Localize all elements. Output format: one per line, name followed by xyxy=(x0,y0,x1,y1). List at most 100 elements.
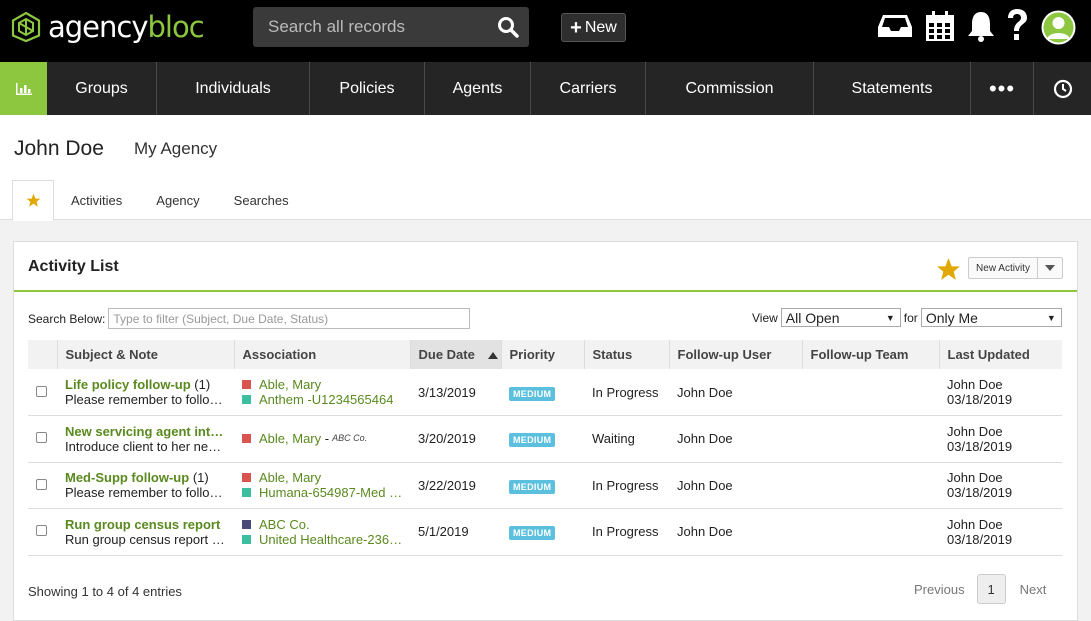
subject-link[interactable]: Life policy follow-up (1) xyxy=(65,377,225,392)
table-row[interactable]: Run group census report Run group census… xyxy=(28,508,1062,556)
row-checkbox[interactable] xyxy=(36,432,47,444)
global-search-input[interactable] xyxy=(253,7,493,47)
association-link[interactable]: Able, Mary xyxy=(259,470,321,485)
logo-text-part2: bloc xyxy=(147,10,205,44)
followup-team-cell xyxy=(802,462,939,509)
row-checkbox[interactable] xyxy=(36,385,47,397)
association-link[interactable]: United Healthcare-236541 xyxy=(259,532,407,547)
col-followup-user[interactable]: Follow-up User xyxy=(669,340,803,369)
filter-input[interactable] xyxy=(108,308,471,329)
bell-icon[interactable] xyxy=(966,10,996,42)
new-activity-button[interactable]: New Activity xyxy=(968,257,1063,279)
previous-page-button[interactable]: Previous xyxy=(914,582,965,597)
new-activity-dropdown[interactable] xyxy=(1038,258,1062,278)
nav-agents-label: Agents xyxy=(452,79,503,97)
association-link[interactable]: Able, Mary xyxy=(259,377,321,392)
col-status-label: Status xyxy=(592,347,633,362)
status-cell: In Progress xyxy=(584,462,669,509)
nav-commission[interactable]: Commission xyxy=(646,62,814,115)
followup-user-cell: John Doe xyxy=(669,369,802,416)
nav-statements[interactable]: Statements xyxy=(814,62,971,115)
association-link[interactable]: Anthem -U1234565464 xyxy=(259,392,393,407)
col-status[interactable]: Status xyxy=(584,340,670,369)
tab-searches[interactable]: Searches xyxy=(217,180,306,220)
subject-cell: Run group census report Run group census… xyxy=(57,508,234,556)
row-select-cell xyxy=(28,369,57,416)
status-cell: Waiting xyxy=(584,415,669,463)
nav-groups[interactable]: Groups xyxy=(47,62,157,115)
tab-activities-label: Activities xyxy=(71,192,123,208)
col-association-label: Association xyxy=(242,347,317,362)
association-company: ABC Co. xyxy=(332,433,368,444)
nav-agents[interactable]: Agents xyxy=(425,62,531,115)
nav-statements-label: Statements xyxy=(851,79,933,97)
dashboard-tab[interactable] xyxy=(0,62,47,115)
caret-down-icon xyxy=(1045,265,1055,271)
col-followup-team[interactable]: Follow-up Team xyxy=(802,340,940,369)
subject-link[interactable]: New servicing agent introduction xyxy=(65,424,225,439)
for-select[interactable]: Only Me ▼ xyxy=(920,308,1062,327)
col-last-updated[interactable]: Last Updated xyxy=(939,340,1062,369)
followup-user-cell: John Doe xyxy=(669,415,802,463)
bar-chart-icon xyxy=(15,82,32,95)
calendar-icon[interactable] xyxy=(925,10,955,42)
help-icon[interactable] xyxy=(1005,8,1029,42)
next-page-button[interactable]: Next xyxy=(1020,582,1047,597)
nav-carriers[interactable]: Carriers xyxy=(531,62,646,115)
priority-cell: MEDIUM xyxy=(501,369,584,416)
row-checkbox[interactable] xyxy=(36,478,47,490)
association-link[interactable]: ABC Co. xyxy=(259,517,310,532)
tab-activities[interactable]: Activities xyxy=(54,180,139,220)
logo-text: agencybloc xyxy=(48,10,205,44)
page-1-button[interactable]: 1 xyxy=(976,574,1006,604)
table-row[interactable]: Life policy follow-up (1) Please remembe… xyxy=(28,369,1062,416)
last-updated-cell: John Doe 03/18/2019 xyxy=(939,369,1062,416)
association-link[interactable]: Able, Mary xyxy=(259,431,321,446)
recent-history-button[interactable] xyxy=(1034,62,1091,115)
more-menu-button[interactable]: ••• xyxy=(971,62,1034,115)
col-subject[interactable]: Subject & Note xyxy=(57,340,235,369)
row-select-cell xyxy=(28,462,57,509)
col-due-date[interactable]: Due Date xyxy=(410,340,502,369)
select-arrow-icon: ▼ xyxy=(885,312,895,323)
status-cell: In Progress xyxy=(584,508,669,556)
new-button-label: New xyxy=(584,18,617,36)
user-name: John Doe xyxy=(14,137,104,160)
inbox-icon[interactable] xyxy=(877,13,913,39)
table-row[interactable]: New servicing agent introduction Introdu… xyxy=(28,415,1062,463)
search-icon[interactable] xyxy=(497,16,519,38)
tab-agency[interactable]: Agency xyxy=(139,180,216,220)
col-priority[interactable]: Priority xyxy=(501,340,585,369)
activity-table: Subject & Note Association Due Date Prio… xyxy=(28,340,1062,556)
updated-on: 03/18/2019 xyxy=(947,531,1013,547)
col-association[interactable]: Association xyxy=(234,340,411,369)
subject-text: Life policy follow-up xyxy=(65,377,191,392)
note-count: (1) xyxy=(194,377,211,392)
nav-individuals[interactable]: Individuals xyxy=(157,62,310,115)
updated-on: 03/18/2019 xyxy=(947,392,1013,407)
new-button[interactable]: + New xyxy=(561,13,626,42)
row-select-cell xyxy=(28,508,57,556)
col-subject-label: Subject & Note xyxy=(65,347,158,362)
tab-favorites[interactable] xyxy=(12,180,54,221)
subject-link[interactable]: Run group census report xyxy=(65,517,225,532)
star-icon xyxy=(26,193,40,207)
logo-text-part1: agency xyxy=(48,10,149,44)
col-last-updated-label: Last Updated xyxy=(947,347,1030,362)
table-row[interactable]: Med-Supp follow-up (1) Please remember t… xyxy=(28,462,1062,509)
favorite-star-icon[interactable] xyxy=(936,257,961,282)
logo[interactable]: agencybloc xyxy=(10,10,205,44)
nav-individuals-label: Individuals xyxy=(195,79,271,97)
nav-policies[interactable]: Policies xyxy=(310,62,425,115)
user-avatar-icon[interactable] xyxy=(1041,10,1076,45)
tab-searches-label: Searches xyxy=(233,192,289,208)
note-text: Please remember to follow up xyxy=(65,392,225,407)
subject-link[interactable]: Med-Supp follow-up (1) xyxy=(65,470,225,485)
association-cell: ABC Co. United Healthcare-236541 xyxy=(234,508,410,556)
association-link[interactable]: Humana-654987-Med Supp xyxy=(259,485,407,500)
subject-cell: Life policy follow-up (1) Please remembe… xyxy=(57,369,234,416)
nav-policies-label: Policies xyxy=(339,79,395,97)
row-checkbox[interactable] xyxy=(36,525,47,537)
individual-marker-icon xyxy=(242,473,251,483)
view-select[interactable]: All Open ▼ xyxy=(780,308,901,327)
